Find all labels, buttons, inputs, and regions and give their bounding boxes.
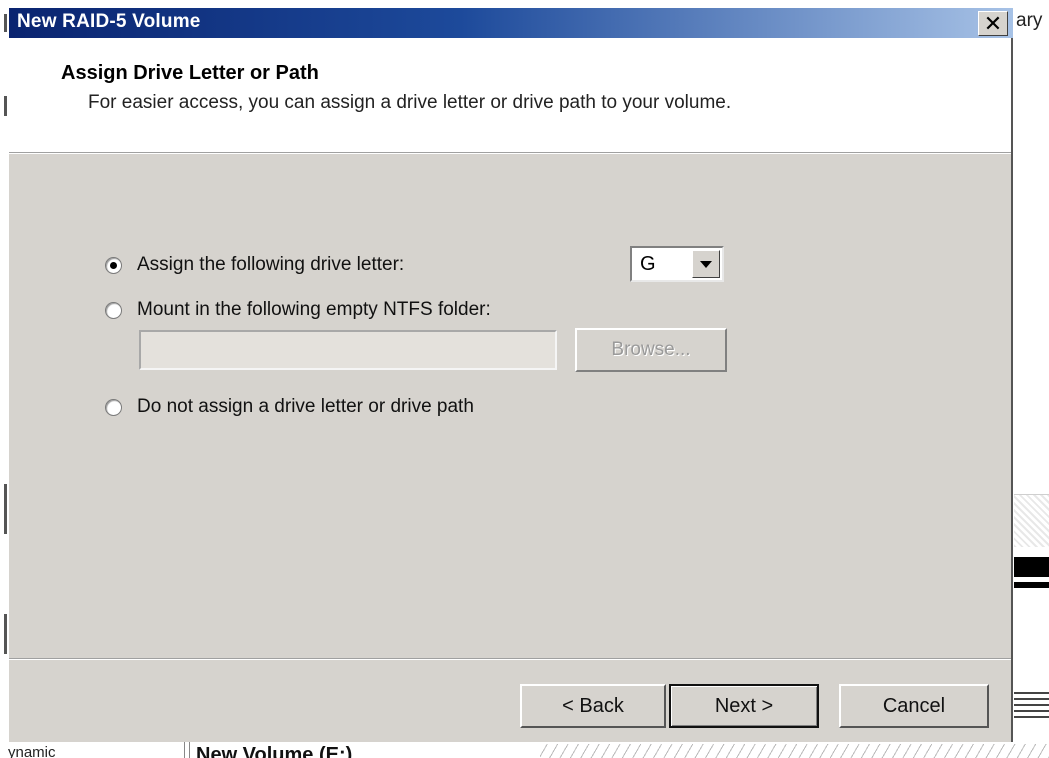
assign-letter-label: Assign the following drive letter: <box>137 254 405 275</box>
folder-path-input[interactable] <box>139 330 557 370</box>
background-disk-type-text: ynamic <box>8 744 56 758</box>
radio-unchecked-icon[interactable] <box>105 398 122 416</box>
background-volume-label: New Volume (E:) <box>196 745 353 758</box>
edge-mark <box>4 14 7 32</box>
mount-folder-option[interactable]: Mount in the following empty NTFS folder… <box>105 299 491 321</box>
background-volume-bar <box>1014 582 1049 588</box>
new-raid5-volume-dialog: New RAID-5 Volume ✕ Assign Drive Letter … <box>9 8 1013 742</box>
background-separator <box>184 742 190 758</box>
page-subtitle: For easier access, you can assign a driv… <box>88 92 732 113</box>
dropdown-button[interactable] <box>692 250 720 278</box>
browse-label: Browse... <box>611 339 691 360</box>
cancel-label: Cancel <box>882 694 946 717</box>
title-bar[interactable]: New RAID-5 Volume ✕ <box>9 8 1013 38</box>
background-left-edge <box>0 0 9 742</box>
browse-button[interactable]: Browse... <box>575 328 727 372</box>
wizard-header: Assign Drive Letter or Path For easier a… <box>9 38 1011 152</box>
chevron-down-icon <box>700 260 712 268</box>
window-title: New RAID-5 Volume <box>17 11 201 32</box>
background-lines <box>1014 692 1049 718</box>
edge-mark <box>4 614 7 654</box>
edge-mark <box>4 484 7 534</box>
drive-letter-value: G <box>640 253 656 275</box>
no-assign-option[interactable]: Do not assign a drive letter or drive pa… <box>105 396 474 418</box>
footer-divider <box>9 658 1011 660</box>
radio-unchecked-icon[interactable] <box>105 301 122 319</box>
back-label: < Back <box>562 694 624 717</box>
edge-mark <box>4 96 7 116</box>
background-hatch <box>1014 494 1049 547</box>
page-title: Assign Drive Letter or Path <box>61 62 319 84</box>
background-window-text: ary <box>1016 10 1043 31</box>
mount-folder-label: Mount in the following empty NTFS folder… <box>137 299 491 320</box>
assign-letter-option[interactable]: Assign the following drive letter: <box>105 254 404 276</box>
background-volume-hatch <box>540 744 1049 758</box>
next-button[interactable]: Next > <box>669 684 819 728</box>
close-icon: ✕ <box>983 10 1003 36</box>
cancel-button[interactable]: Cancel <box>839 684 989 728</box>
background-volume-bar <box>1014 557 1049 577</box>
header-divider <box>9 152 1011 154</box>
drive-letter-select[interactable]: G <box>630 246 724 282</box>
close-button[interactable]: ✕ <box>978 11 1008 36</box>
back-button[interactable]: < Back <box>520 684 666 728</box>
radio-checked-icon[interactable] <box>105 256 122 274</box>
no-assign-label: Do not assign a drive letter or drive pa… <box>137 396 474 417</box>
next-label: Next > <box>714 694 774 717</box>
